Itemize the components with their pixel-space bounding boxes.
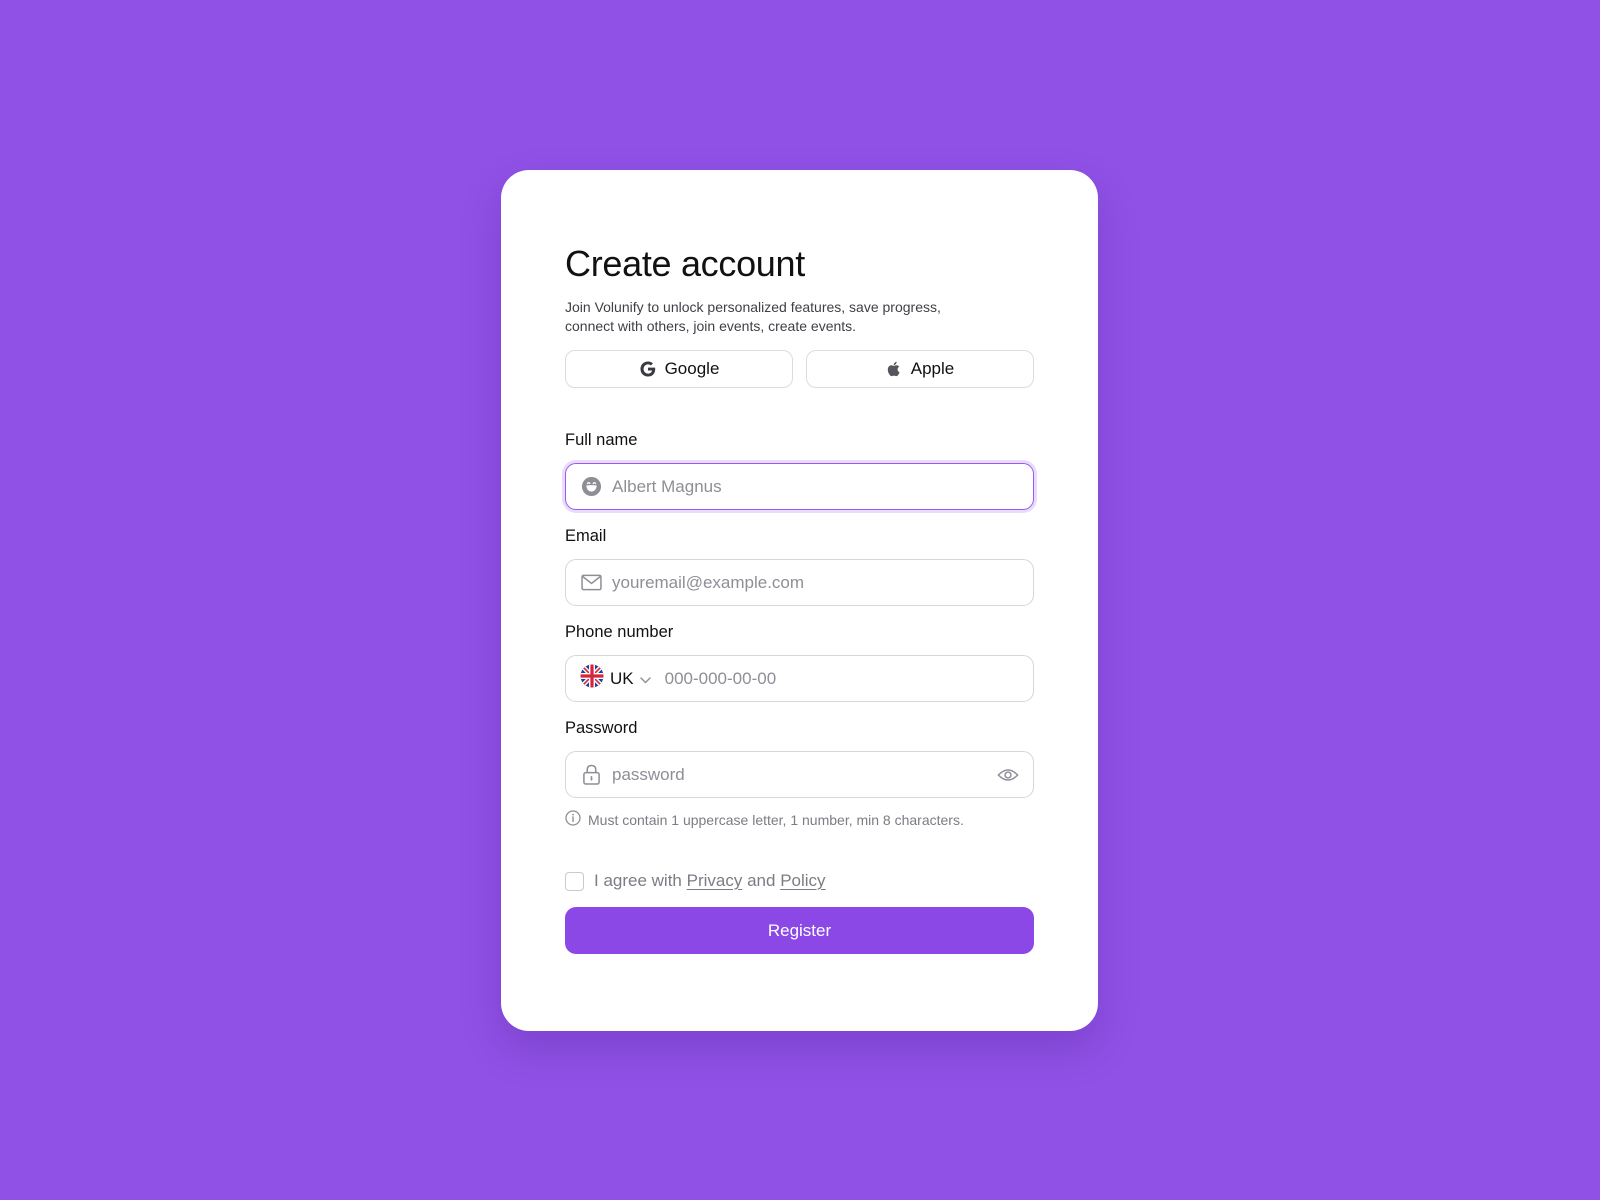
eye-icon[interactable] — [997, 764, 1019, 786]
country-selector[interactable]: UK — [580, 664, 651, 693]
register-button[interactable]: Register — [565, 907, 1034, 954]
agreement-text: I agree with Privacy and Policy — [594, 871, 826, 891]
full-name-label: Full name — [565, 431, 638, 449]
agreement-row: I agree with Privacy and Policy — [565, 871, 1034, 891]
phone-label: Phone number — [565, 623, 674, 641]
uk-flag-icon — [580, 664, 604, 693]
google-label: Google — [664, 359, 720, 378]
lock-icon — [580, 764, 602, 786]
phone-input[interactable]: 000-000-00-00 — [665, 669, 1019, 689]
apple-signin-button[interactable]: Apple — [806, 350, 1034, 388]
social-login-row: Google Apple — [565, 350, 1034, 388]
smiley-icon — [580, 476, 602, 498]
google-icon — [639, 360, 657, 378]
apple-icon — [886, 360, 903, 378]
email-input[interactable]: youremail@example.com — [612, 573, 1019, 593]
signup-card: Create account Join Volunify to unlock p… — [501, 170, 1098, 1031]
full-name-input[interactable]: Albert Magnus — [612, 477, 1019, 497]
mail-icon — [580, 572, 602, 594]
password-hint-text: Must contain 1 uppercase letter, 1 numbe… — [588, 811, 964, 828]
policy-link[interactable]: Policy — [780, 871, 825, 890]
info-icon — [565, 810, 581, 829]
agreement-prefix: I agree with — [594, 871, 682, 890]
page-title: Create account — [565, 243, 805, 284]
agree-checkbox[interactable] — [565, 871, 584, 891]
password-label: Password — [565, 719, 638, 737]
page-subtitle: Join Volunify to unlock personalized fea… — [565, 299, 941, 334]
country-code: UK — [610, 668, 634, 688]
email-label: Email — [565, 527, 607, 545]
password-field[interactable]: password — [565, 751, 1034, 798]
password-hint: Must contain 1 uppercase letter, 1 numbe… — [565, 810, 1034, 829]
google-signin-button[interactable]: Google — [565, 350, 793, 388]
privacy-link[interactable]: Privacy — [687, 871, 743, 890]
password-input[interactable]: password — [612, 765, 987, 785]
phone-field[interactable]: UK 000-000-00-00 — [565, 655, 1034, 702]
full-name-field[interactable]: Albert Magnus — [565, 463, 1034, 510]
apple-label: Apple — [910, 359, 955, 378]
agreement-conjunction: and — [747, 871, 776, 890]
chevron-down-icon — [639, 669, 651, 689]
email-field[interactable]: youremail@example.com — [565, 559, 1034, 606]
